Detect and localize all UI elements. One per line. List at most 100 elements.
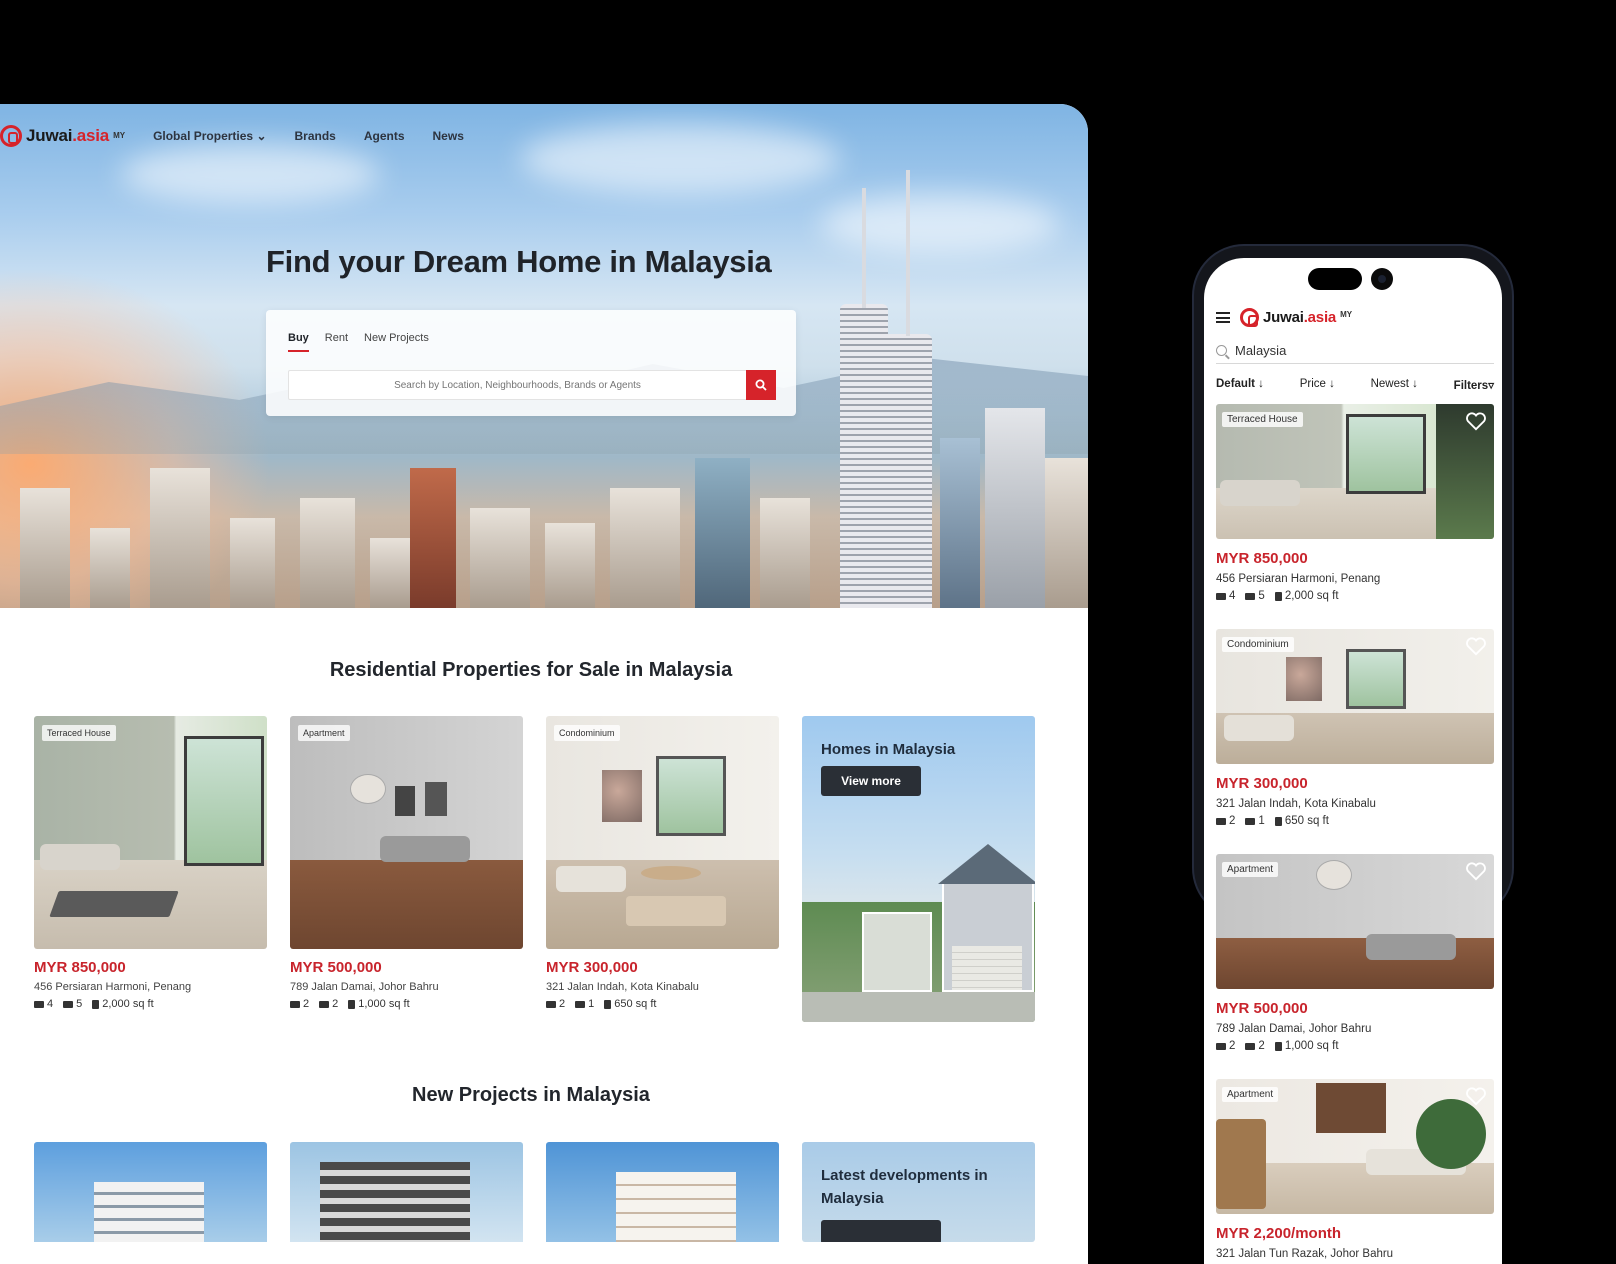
residential-section-title: Residential Properties for Sale in Malay… bbox=[329, 659, 733, 681]
listing-price: MYR 300,000 bbox=[1216, 775, 1308, 792]
property-type-badge: Condominium bbox=[1222, 637, 1294, 652]
sort-price[interactable]: Price ↓ bbox=[1300, 378, 1335, 392]
listing-address: 456 Persiaran Harmoni, Penang bbox=[34, 981, 192, 993]
mobile-brand-logo[interactable]: Juwai.asia MY bbox=[1240, 308, 1352, 327]
property-type-badge: Apartment bbox=[1222, 862, 1279, 877]
brand-region: MY bbox=[1340, 310, 1353, 319]
mobile-listings: Terraced House MYR 850,000 456 Persiaran… bbox=[1216, 404, 1494, 1264]
nav-label: Global Properties bbox=[153, 129, 254, 143]
mobile-listing-card[interactable]: Apartment MYR 500,000 789 Jalan Damai, J… bbox=[1216, 854, 1494, 1079]
bed-count: 2 bbox=[559, 998, 566, 1010]
filters-label: Filters bbox=[1453, 380, 1489, 392]
heart-icon[interactable] bbox=[1465, 636, 1487, 656]
bath-count: 5 bbox=[76, 998, 83, 1010]
bathrooms: 1 bbox=[1245, 815, 1265, 827]
bath-icon bbox=[319, 1000, 330, 1008]
sort-bar: Default ↓ Price ↓ Newest ↓ Filters▿ bbox=[1216, 378, 1494, 392]
search-input[interactable] bbox=[289, 371, 746, 399]
listing-photo: Condominium bbox=[546, 716, 779, 949]
brand-name: Juwai bbox=[26, 126, 73, 145]
bath-count: 2 bbox=[332, 998, 339, 1010]
nav-news[interactable]: News bbox=[433, 129, 464, 143]
listing-photo: Terraced House bbox=[1216, 404, 1494, 539]
promo-button[interactable] bbox=[821, 1220, 941, 1242]
listing-features: 4 5 2,000 sq ft bbox=[1216, 590, 1494, 602]
heart-icon[interactable] bbox=[1465, 861, 1487, 881]
listing-photo: Apartment bbox=[1216, 854, 1494, 989]
top-navigation: Juwai.asia MY Global Properties ⌄ Brands… bbox=[0, 104, 1088, 168]
listing-address: 321 Jalan Indah, Kota Kinabalu bbox=[546, 981, 699, 993]
tab-buy[interactable]: Buy bbox=[288, 332, 309, 352]
project-card[interactable] bbox=[546, 1142, 779, 1242]
property-type-badge: Terraced House bbox=[1222, 412, 1303, 427]
tab-rent[interactable]: Rent bbox=[325, 332, 348, 352]
desktop-page: Juwai.asia MY Global Properties ⌄ Brands… bbox=[0, 104, 1088, 1264]
residential-listings: Terraced House MYR 850,000 456 Persiaran… bbox=[34, 716, 1035, 1022]
bedrooms: 2 bbox=[290, 998, 309, 1010]
sort-newest[interactable]: Newest ↓ bbox=[1371, 378, 1418, 392]
nav-global-properties[interactable]: Global Properties ⌄ bbox=[153, 129, 266, 143]
heart-icon[interactable] bbox=[1465, 411, 1487, 431]
listing-photo: Apartment bbox=[290, 716, 523, 949]
brand-logo[interactable]: Juwai.asia MY bbox=[0, 125, 125, 147]
nav-agents[interactable]: Agents bbox=[364, 129, 405, 143]
nav-brands[interactable]: Brands bbox=[295, 129, 336, 143]
tab-new-projects[interactable]: New Projects bbox=[364, 332, 429, 352]
developments-promo-card[interactable]: Latest developments in Malaysia bbox=[802, 1142, 1035, 1242]
heart-icon[interactable] bbox=[1465, 1086, 1487, 1106]
view-more-button[interactable]: View more bbox=[821, 766, 921, 796]
sort-default[interactable]: Default ↓ bbox=[1216, 378, 1264, 392]
project-card[interactable] bbox=[34, 1142, 267, 1242]
listing-card[interactable]: Terraced House MYR 850,000 456 Persiaran… bbox=[34, 716, 267, 1022]
bathrooms: 5 bbox=[1245, 590, 1265, 602]
filters-button[interactable]: Filters▿ bbox=[1454, 378, 1494, 392]
area-value: 1,000 sq ft bbox=[358, 998, 410, 1010]
bath-icon bbox=[1245, 592, 1256, 600]
juwai-logo-icon bbox=[1240, 308, 1259, 327]
bath-count: 1 bbox=[1258, 815, 1265, 827]
tower-spire bbox=[906, 170, 910, 336]
bed-icon bbox=[1216, 817, 1226, 825]
bathrooms: 2 bbox=[319, 998, 338, 1010]
bed-count: 2 bbox=[303, 998, 310, 1010]
mobile-listing-card[interactable]: Condominium MYR 300,000 321 Jalan Indah,… bbox=[1216, 629, 1494, 854]
dynamic-island bbox=[1308, 268, 1362, 290]
project-photo bbox=[290, 1142, 523, 1242]
search-button[interactable] bbox=[746, 370, 776, 400]
listing-card[interactable]: Condominium MYR 300,000 321 Jalan Indah,… bbox=[546, 716, 779, 1022]
main-nav: Global Properties ⌄ Brands Agents News bbox=[153, 129, 464, 143]
mobile-listing-card[interactable]: Terraced House MYR 850,000 456 Persiaran… bbox=[1216, 404, 1494, 629]
search-tabs: Buy Rent New Projects bbox=[288, 332, 429, 352]
listing-price: MYR 500,000 bbox=[290, 959, 382, 976]
homes-promo-card[interactable]: Homes in Malaysia View more bbox=[802, 716, 1035, 1022]
mobile-search-field[interactable]: Malaysia bbox=[1216, 338, 1494, 364]
project-card[interactable] bbox=[290, 1142, 523, 1242]
bathrooms: 1 bbox=[575, 998, 594, 1010]
bath-icon bbox=[63, 1000, 74, 1008]
listing-features: 4 5 2,000 sq ft bbox=[34, 998, 267, 1010]
area-icon bbox=[92, 999, 100, 1009]
bedrooms: 4 bbox=[34, 998, 53, 1010]
area-value: 1,000 sq ft bbox=[1284, 1040, 1339, 1052]
bed-count: 4 bbox=[47, 998, 54, 1010]
bath-icon bbox=[1245, 817, 1256, 825]
bed-icon bbox=[1216, 592, 1226, 600]
mobile-header: Juwai.asia MY bbox=[1216, 308, 1352, 327]
front-camera bbox=[1371, 268, 1393, 290]
property-type-badge: Terraced House bbox=[42, 725, 116, 741]
project-photo bbox=[546, 1142, 779, 1242]
bed-icon bbox=[34, 1000, 44, 1008]
mobile-listing-card[interactable]: Apartment MYR 2,200/month 321 Jalan Tun … bbox=[1216, 1079, 1494, 1264]
bathrooms: 5 bbox=[63, 998, 82, 1010]
promo-title: Latest developments in Malaysia bbox=[821, 1167, 988, 1208]
listing-card[interactable]: Apartment MYR 500,000 789 Jalan Damai, J… bbox=[290, 716, 523, 1022]
search-value: Malaysia bbox=[1235, 343, 1287, 358]
brand-name: Juwai bbox=[1263, 309, 1304, 326]
menu-icon[interactable] bbox=[1216, 312, 1230, 323]
listing-photo: Terraced House bbox=[34, 716, 267, 949]
listing-features: 2 1 650 sq ft bbox=[546, 998, 779, 1010]
floor-area: 650 sq ft bbox=[1274, 815, 1329, 827]
listing-price: MYR 850,000 bbox=[1216, 550, 1308, 567]
search-bar bbox=[288, 370, 776, 400]
listing-photo: Condominium bbox=[1216, 629, 1494, 764]
